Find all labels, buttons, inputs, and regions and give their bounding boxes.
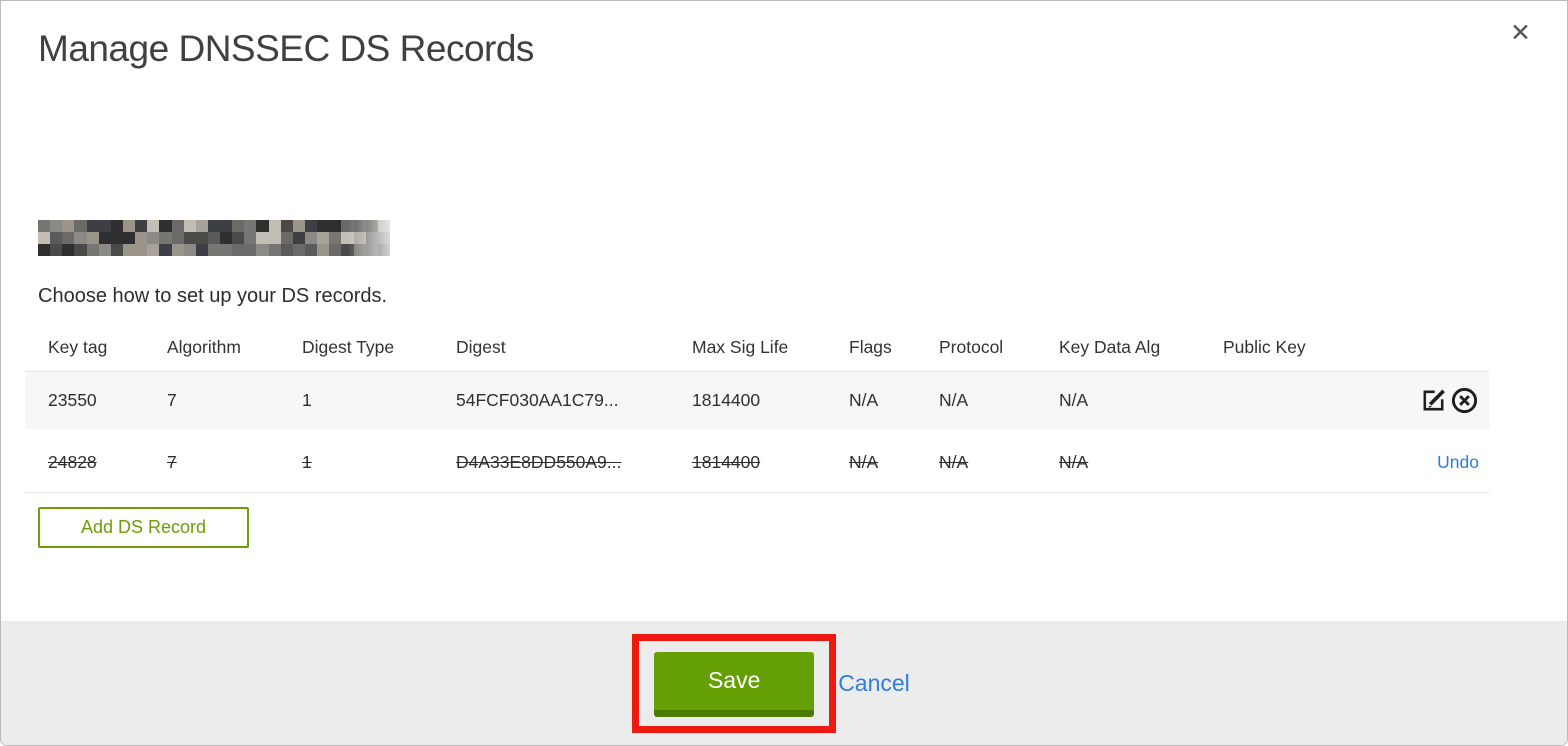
page-title: Manage DNSSEC DS Records (38, 28, 534, 69)
col-header-digest-type: Digest Type (302, 337, 395, 357)
cell-max-sig-life: 1814400 (692, 390, 761, 410)
ds-records-table: Key tag Algorithm Digest Type Digest Max… (25, 324, 1489, 493)
row-actions (1397, 386, 1489, 415)
cell-digest-type: 1 (302, 451, 312, 472)
cancel-link[interactable]: Cancel (838, 670, 910, 697)
table-row: 23550 7 1 54FCF030AA1C79... 1814400 N/A … (25, 371, 1489, 432)
redacted-domain-name (38, 220, 390, 256)
cell-protocol: N/A (939, 390, 969, 410)
delete-icon[interactable] (1450, 386, 1479, 415)
cell-digest-type: 1 (302, 390, 312, 410)
row-actions: Undo (1397, 452, 1489, 473)
col-header-protocol: Protocol (939, 337, 1004, 357)
red-annotation-rectangle: Save (632, 633, 837, 733)
cell-flags: N/A (849, 390, 879, 410)
save-button[interactable]: Save (654, 651, 815, 717)
col-header-algorithm: Algorithm (167, 337, 241, 357)
edit-icon[interactable] (1419, 386, 1448, 415)
col-header-max-sig-life: Max Sig Life (692, 337, 789, 357)
cell-key-data-alg: N/A (1059, 390, 1089, 410)
instruction-text: Choose how to set up your DS records. (38, 285, 388, 307)
table-header-row: Key tag Algorithm Digest Type Digest Max… (25, 324, 1489, 371)
cell-flags: N/A (849, 451, 879, 472)
undo-link[interactable]: Undo (1437, 452, 1479, 473)
cell-protocol: N/A (939, 451, 969, 472)
close-icon[interactable]: ✕ (1510, 21, 1531, 46)
cell-key-tag: 23550 (48, 390, 97, 410)
col-header-flags: Flags (849, 337, 892, 357)
modal-footer: Save Cancel (1, 621, 1567, 745)
cell-key-data-alg: N/A (1059, 451, 1089, 472)
col-header-public-key: Public Key (1223, 337, 1306, 357)
cell-digest: D4A33E8DD550A9... (456, 451, 622, 472)
footer-button-group: Save Cancel (632, 633, 910, 733)
col-header-key-data-alg: Key Data Alg (1059, 337, 1161, 357)
col-header-key-tag: Key tag (48, 337, 108, 357)
cell-max-sig-life: 1814400 (692, 451, 761, 472)
manage-dnssec-modal: Manage DNSSEC DS Records ✕ Choose how to… (0, 0, 1568, 746)
cell-algorithm: 7 (167, 451, 177, 472)
col-header-digest: Digest (456, 337, 506, 357)
table-row-deleted: 24828 7 1 D4A33E8DD550A9... 1814400 N/A … (25, 432, 1489, 493)
cell-digest: 54FCF030AA1C79... (456, 390, 619, 410)
cell-key-tag: 24828 (48, 451, 97, 472)
cell-algorithm: 7 (167, 390, 177, 410)
add-ds-record-button[interactable]: Add DS Record (38, 507, 249, 548)
